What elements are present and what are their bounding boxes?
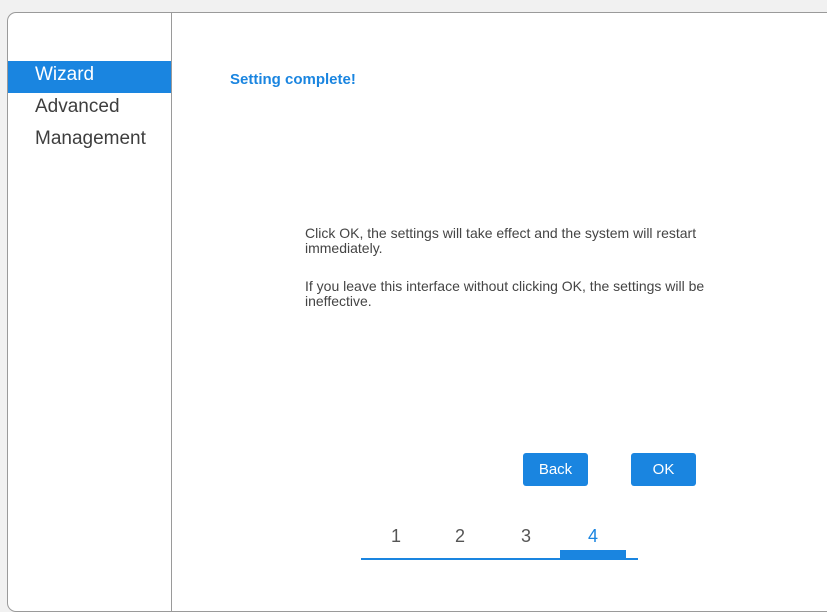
step-active-marker bbox=[560, 550, 626, 560]
back-button[interactable]: Back bbox=[523, 453, 588, 486]
step-3: 3 bbox=[520, 526, 531, 546]
sidebar-item-management[interactable]: Management bbox=[8, 125, 171, 157]
restart-message: Click OK, the settings will take effect … bbox=[305, 225, 697, 256]
content-panel: Setting complete! Click OK, the settings… bbox=[172, 13, 827, 611]
ok-button[interactable]: OK bbox=[631, 453, 696, 486]
main-frame: Wizard Advanced Management Setting compl… bbox=[7, 12, 827, 612]
step-2: 2 bbox=[454, 526, 465, 546]
sidebar-item-wizard[interactable]: Wizard bbox=[8, 61, 171, 93]
sidebar-nav: Wizard Advanced Management bbox=[8, 61, 171, 157]
step-4: 4 bbox=[587, 526, 598, 546]
sidebar-item-advanced[interactable]: Advanced bbox=[8, 93, 171, 125]
sidebar: Wizard Advanced Management bbox=[8, 13, 172, 611]
step-indicator: 1 2 3 4 bbox=[361, 526, 638, 566]
step-1: 1 bbox=[390, 526, 401, 546]
page-title: Setting complete! bbox=[230, 71, 356, 88]
warning-message: If you leave this interface without clic… bbox=[305, 278, 705, 309]
